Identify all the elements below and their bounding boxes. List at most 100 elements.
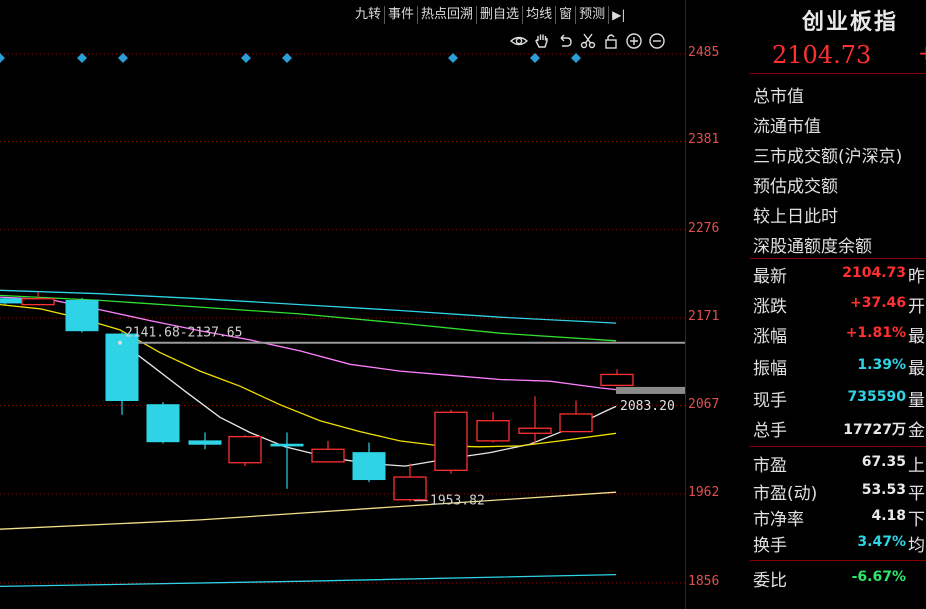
candle-body xyxy=(434,411,468,471)
candle-body xyxy=(228,436,262,464)
quote-label-secondary: 均 xyxy=(908,536,925,556)
chart-canvas[interactable]: 2141.68-2137.65 1953.82 2083.20 xyxy=(0,0,685,609)
candle-body xyxy=(105,333,139,401)
quote-label-secondary: 最 xyxy=(908,327,925,347)
metric-total-market-cap: 总市值 xyxy=(753,87,804,107)
chart-tool-icons xyxy=(510,32,666,50)
quote-label-secondary: 最 xyxy=(908,359,925,379)
candle-body xyxy=(393,476,427,501)
candle-body xyxy=(600,373,634,387)
quote-label-secondary: 金 xyxy=(908,421,925,441)
annotation-low: 1953.82 xyxy=(430,494,485,509)
candle-body xyxy=(65,299,99,332)
candlestick-chart[interactable]: 2141.68-2137.65 1953.82 2083.20 九转 事件 热点回溯… xyxy=(0,0,685,609)
price-change-sign: + xyxy=(918,41,926,65)
metric-northbound-quota: 深股通额度余额 xyxy=(753,237,872,257)
quote-label: 市盈(动) xyxy=(753,484,818,504)
quote-label: 换手 xyxy=(753,536,787,556)
metric-three-market-turnover: 三市成交额(沪深京) xyxy=(753,147,903,167)
annotation-high: 2141.68-2137.65 xyxy=(125,326,242,341)
quote-value: 1.39% xyxy=(857,357,906,373)
event-diamond-icon xyxy=(118,53,128,63)
quote-label: 振幅 xyxy=(753,359,787,379)
quote-label: 委比 xyxy=(753,571,787,591)
event-diamond-icon xyxy=(241,53,251,63)
collapse-right-icon[interactable]: ▶| xyxy=(608,6,628,24)
y-tick-label: 1962 xyxy=(688,484,720,500)
chart-toolbar: 九转 事件 热点回溯 删自选 均线 窗 预测 ▶| xyxy=(352,6,628,24)
quote-label: 最新 xyxy=(753,267,787,287)
y-tick-label: 2276 xyxy=(688,220,720,236)
quote-label: 涨跌 xyxy=(753,297,787,317)
candle-body xyxy=(146,404,180,443)
scissors-icon[interactable] xyxy=(579,32,597,50)
quote-label-secondary: 下 xyxy=(908,510,925,530)
metric-float-market-cap: 流通市值 xyxy=(753,117,821,137)
quote-label: 市盈 xyxy=(753,456,787,476)
toolbar-nine-turn-button[interactable]: 九转 xyxy=(352,6,384,24)
divider xyxy=(750,446,926,447)
y-tick-label: 2171 xyxy=(688,309,720,325)
y-tick-label: 2067 xyxy=(688,396,720,412)
toolbar-hotspot-review-button[interactable]: 热点回溯 xyxy=(417,6,476,24)
quote-label: 现手 xyxy=(753,391,787,411)
candle-body xyxy=(188,440,222,445)
divider xyxy=(750,258,926,259)
toolbar-remove-watchlist-button[interactable]: 删自选 xyxy=(476,6,522,24)
quote-label: 总手 xyxy=(753,421,787,441)
candle-body xyxy=(311,448,345,463)
candle-body xyxy=(21,298,55,306)
quote-label: 涨幅 xyxy=(753,327,787,347)
quote-value: 735590 xyxy=(847,389,906,405)
quote-value: +37.46 xyxy=(849,295,906,311)
hand-icon[interactable] xyxy=(533,32,551,50)
toolbar-window-button[interactable]: 窗 xyxy=(555,6,575,24)
quote-label-secondary: 昨 xyxy=(908,267,925,287)
candle-body xyxy=(559,413,593,433)
y-tick-label: 2485 xyxy=(688,45,720,60)
quote-value: 3.47% xyxy=(857,534,906,550)
quote-value: 4.18 xyxy=(871,508,906,524)
price-axis: 2485 2381 2276 2171 2067 1962 1856 xyxy=(685,0,751,609)
index-price: 2104.73 xyxy=(772,41,872,69)
quote-value: -6.67% xyxy=(851,569,906,585)
y-tick-label: 1856 xyxy=(688,574,720,589)
zoom-out-icon[interactable] xyxy=(648,32,666,50)
divider xyxy=(750,560,926,561)
candle-body xyxy=(270,443,304,447)
divider xyxy=(750,73,926,74)
event-diamond-icon xyxy=(282,53,292,63)
quote-value: +1.81% xyxy=(845,325,906,341)
ma-line-5 xyxy=(0,491,617,530)
annotation-current: 2083.20 xyxy=(620,399,675,414)
candle-body xyxy=(352,452,386,481)
lock-icon[interactable] xyxy=(602,32,620,50)
annotation-dot xyxy=(118,340,122,345)
toolbar-events-button[interactable]: 事件 xyxy=(384,6,417,24)
candle-body xyxy=(476,420,510,442)
candle-body xyxy=(0,298,22,304)
index-title: 创业板指 xyxy=(802,9,899,35)
current-price-marker xyxy=(616,386,685,394)
quote-value: 53.53 xyxy=(861,482,906,498)
quote-value: 17727万 xyxy=(843,422,906,438)
quote-value: 2104.73 xyxy=(842,265,906,281)
event-diamond-icon xyxy=(530,53,540,63)
ma-line-6 xyxy=(0,573,617,588)
quote-value: 67.35 xyxy=(861,454,906,470)
eye-icon[interactable] xyxy=(510,32,528,50)
quote-label-secondary: 开 xyxy=(908,297,925,317)
event-diamond-icon xyxy=(77,53,87,63)
quote-label-secondary: 上 xyxy=(908,456,925,476)
y-tick-label: 2381 xyxy=(688,132,720,148)
metric-estimated-turnover: 预估成交额 xyxy=(753,177,838,197)
zoom-in-icon[interactable] xyxy=(625,32,643,50)
metric-vs-previous-day: 较上日此时 xyxy=(753,207,838,227)
candle-body xyxy=(518,427,552,434)
toolbar-moving-average-button[interactable]: 均线 xyxy=(522,6,555,24)
toolbar-forecast-button[interactable]: 预测 xyxy=(575,6,608,24)
quote-label-secondary: 平 xyxy=(908,484,925,504)
quote-label-secondary: 量 xyxy=(908,391,925,411)
quote-label: 市净率 xyxy=(753,510,804,530)
undo-icon[interactable] xyxy=(556,32,574,50)
